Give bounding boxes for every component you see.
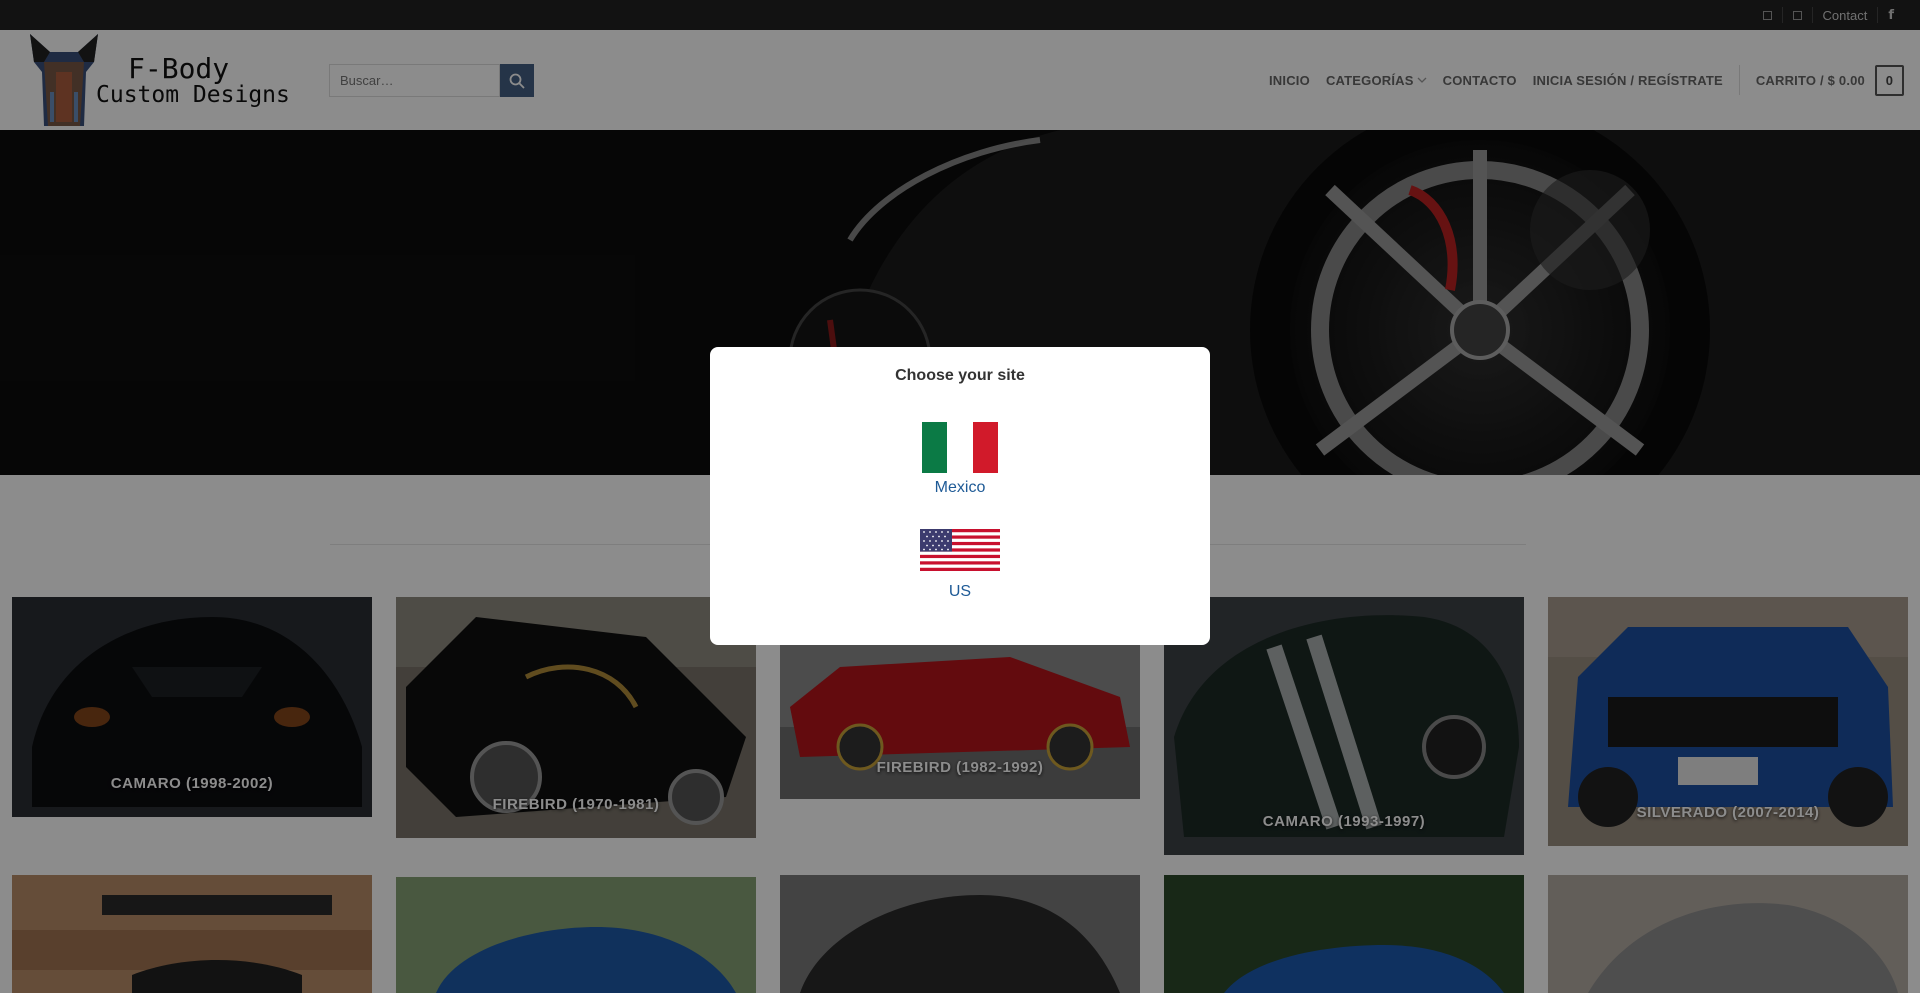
mexico-flag-icon <box>922 422 998 473</box>
site-option-us[interactable]: US <box>710 529 1210 601</box>
us-flag-icon <box>920 529 1000 571</box>
modal-title: Choose your site <box>895 367 1025 384</box>
site-option-label[interactable]: US <box>949 583 971 601</box>
site-option-mexico[interactable]: Mexico <box>710 422 1210 497</box>
site-chooser-modal: Choose your site Mexico US <box>710 347 1210 645</box>
site-option-label[interactable]: Mexico <box>935 479 986 497</box>
